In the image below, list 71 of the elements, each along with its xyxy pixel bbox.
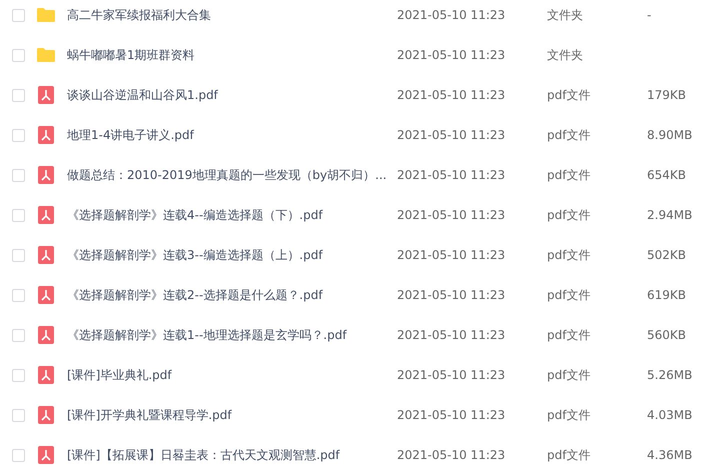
file-type: pdf文件 [547, 248, 590, 262]
modified-date: 2021-05-10 11:23 [397, 448, 506, 462]
modified-date: 2021-05-10 11:23 [397, 128, 506, 142]
checkbox[interactable] [12, 328, 25, 342]
checkbox[interactable] [12, 368, 25, 382]
file-size: 654KB [647, 168, 686, 182]
folder-icon [37, 46, 55, 64]
file-type: pdf文件 [547, 128, 590, 142]
file-size: 502KB [647, 248, 686, 262]
modified-date: 2021-05-10 11:23 [397, 368, 506, 382]
pdf-icon [37, 206, 55, 224]
file-type: 文件夹 [547, 8, 583, 22]
file-name[interactable]: [课件]开学典礼暨课程导学.pdf [67, 408, 232, 422]
file-size: 5.26MB [647, 368, 692, 382]
file-size: 560KB [647, 328, 686, 342]
pdf-icon [37, 246, 55, 264]
modified-date: 2021-05-10 11:23 [397, 168, 506, 182]
file-size: 4.36MB [647, 448, 692, 462]
checkbox[interactable] [12, 288, 25, 302]
modified-date: 2021-05-10 11:23 [397, 208, 506, 222]
modified-date: 2021-05-10 11:23 [397, 8, 506, 22]
file-name[interactable]: 地理1-4讲电子讲义.pdf [67, 128, 194, 142]
pdf-icon [37, 366, 55, 384]
modified-date: 2021-05-10 11:23 [397, 248, 506, 262]
pdf-icon [37, 406, 55, 424]
file-size: 8.90MB [647, 128, 692, 142]
folder-icon [37, 6, 55, 24]
modified-date: 2021-05-10 11:23 [397, 88, 506, 102]
file-name[interactable]: [课件]【拓展课】日晷圭表：古代天文观测智慧.pdf [67, 448, 340, 462]
file-type: pdf文件 [547, 288, 590, 302]
modified-date: 2021-05-10 11:23 [397, 48, 506, 62]
file-type: 文件夹 [547, 48, 583, 62]
file-name[interactable]: 《选择题解剖学》连载1--地理选择题是玄学吗？.pdf [67, 328, 347, 342]
pdf-icon [37, 126, 55, 144]
file-type: pdf文件 [547, 88, 590, 102]
file-type: pdf文件 [547, 208, 590, 222]
file-size: - [647, 8, 652, 22]
file-type: pdf文件 [547, 368, 590, 382]
checkbox[interactable] [12, 8, 25, 22]
file-size: 2.94MB [647, 208, 692, 222]
file-name[interactable]: 做题总结：2010-2019地理真题的一些发现（by胡不归）... [67, 168, 387, 182]
pdf-icon [37, 286, 55, 304]
modified-date: 2021-05-10 11:23 [397, 288, 506, 302]
checkbox[interactable] [12, 248, 25, 262]
checkbox[interactable] [12, 88, 25, 102]
file-name[interactable]: 蜗牛嘟嘟暑1期班群资料 [67, 48, 195, 62]
modified-date: 2021-05-10 11:23 [397, 328, 506, 342]
pdf-icon [37, 166, 55, 184]
file-size: 4.03MB [647, 408, 692, 422]
file-name[interactable]: 高二牛家军续报福利大合集 [67, 8, 211, 22]
file-type: pdf文件 [547, 448, 590, 462]
file-name[interactable]: 《选择题解剖学》连载4--编造选择题（下）.pdf [67, 208, 323, 222]
checkbox[interactable] [12, 408, 25, 422]
file-type: pdf文件 [547, 328, 590, 342]
file-name[interactable]: 谈谈山谷逆温和山谷风1.pdf [67, 88, 218, 102]
file-size: 619KB [647, 288, 686, 302]
checkbox[interactable] [12, 168, 25, 182]
checkbox[interactable] [12, 208, 25, 222]
file-type: pdf文件 [547, 168, 590, 182]
file-name[interactable]: [课件]毕业典礼.pdf [67, 368, 172, 382]
pdf-icon [37, 326, 55, 344]
file-name[interactable]: 《选择题解剖学》连载2--选择题是什么题？.pdf [67, 288, 323, 302]
pdf-icon [37, 446, 55, 464]
checkbox[interactable] [12, 128, 25, 142]
file-size: 179KB [647, 88, 686, 102]
checkbox[interactable] [12, 48, 25, 62]
pdf-icon [37, 86, 55, 104]
checkbox[interactable] [12, 448, 25, 462]
modified-date: 2021-05-10 11:23 [397, 408, 506, 422]
file-type: pdf文件 [547, 408, 590, 422]
file-name[interactable]: 《选择题解剖学》连载3--编造选择题（上）.pdf [67, 248, 323, 262]
